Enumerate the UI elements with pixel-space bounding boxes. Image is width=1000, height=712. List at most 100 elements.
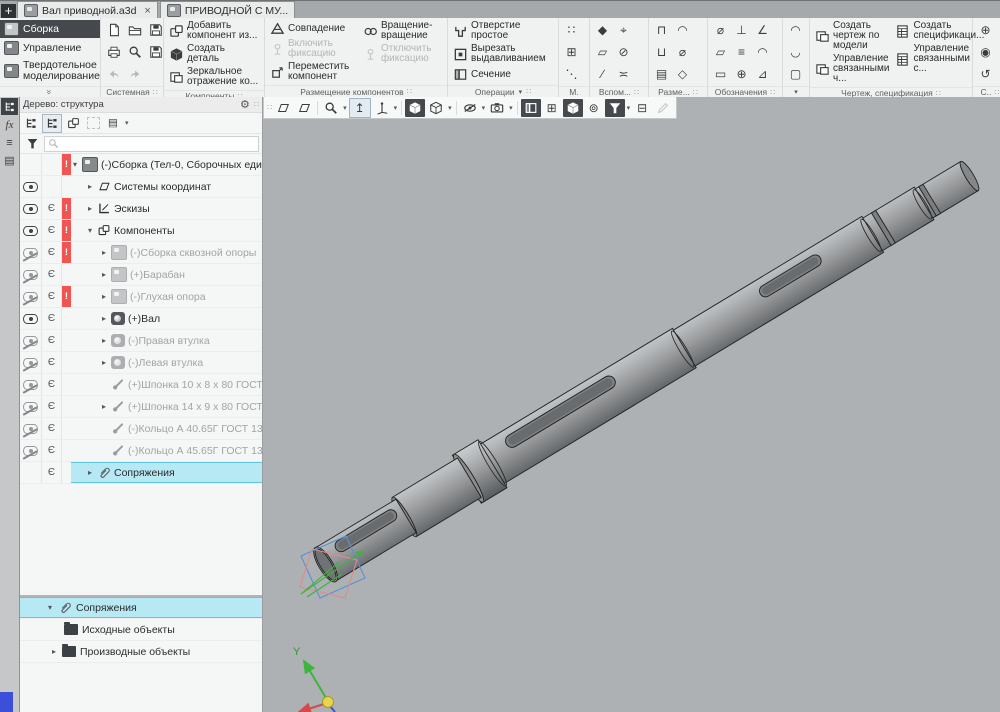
- undo-icon[interactable]: [104, 64, 123, 84]
- tree-row-part-right-bushing[interactable]: Є ▸ (-)Правая втулка: [20, 330, 262, 352]
- spec-mark[interactable]: Є: [42, 440, 62, 461]
- image-capture-icon[interactable]: [487, 99, 507, 117]
- array-curve-icon[interactable]: ⊞: [562, 42, 581, 62]
- aux-cs-icon[interactable]: ⌖: [614, 20, 633, 40]
- zoom-fit-icon[interactable]: ↥: [349, 98, 371, 118]
- section-grip[interactable]: ∷: [634, 88, 639, 97]
- spec-mark[interactable]: Є: [42, 374, 62, 395]
- eye-off-icon[interactable]: [23, 358, 38, 368]
- create-drawing-button[interactable]: Создать чертеж по модели: [813, 20, 891, 52]
- array-mirror-icon[interactable]: ⋱: [562, 64, 581, 84]
- filter-objects-icon[interactable]: [605, 99, 625, 117]
- collab-add-icon[interactable]: ⊕: [976, 20, 995, 40]
- create-spec-button[interactable]: Создать спецификаци...: [893, 20, 971, 42]
- eye-icon[interactable]: [23, 182, 38, 192]
- collab-sync-icon[interactable]: ↺: [976, 64, 995, 84]
- aux-plane2-icon[interactable]: ⊘: [614, 42, 633, 62]
- tree-row-key-10x8x80[interactable]: Є (+)Шпонка 10 x 8 x 80 ГОСТ 23360-: [20, 374, 262, 396]
- add-component-button[interactable]: Добавить компонент из...: [167, 20, 261, 42]
- eye-off-icon[interactable]: [23, 292, 38, 302]
- expand-icon[interactable]: ▸: [50, 647, 58, 656]
- rotation-rotation-button[interactable]: Вращение-вращение: [361, 20, 444, 42]
- tree-row-components[interactable]: Є ! ▾ Компоненты: [20, 220, 262, 242]
- print-icon[interactable]: [104, 42, 123, 62]
- dim-table-icon[interactable]: ▤: [652, 64, 671, 84]
- tree-display-options-icon[interactable]: ▤: [104, 115, 122, 132]
- spec-panel-button[interactable]: ▤: [1, 152, 18, 169]
- manage-specs-button[interactable]: Управление связанными с...: [893, 43, 971, 75]
- array-icon[interactable]: ∷: [562, 20, 581, 40]
- note-frame-icon[interactable]: ▭: [711, 64, 730, 84]
- tree-select-box-icon[interactable]: [84, 115, 102, 132]
- tree-structure-view-icon[interactable]: [22, 115, 40, 132]
- note-base-icon[interactable]: ≡: [732, 42, 751, 62]
- expand-icon[interactable]: ▸: [100, 336, 108, 345]
- note-arc-icon[interactable]: ◠: [753, 42, 772, 62]
- section-grip[interactable]: ∷: [153, 88, 158, 97]
- chevron-down-icon[interactable]: ▾: [125, 119, 129, 127]
- expand-icon[interactable]: ▸: [86, 182, 94, 191]
- tree-row-part-left-bushing[interactable]: Є ▸ (-)Левая втулка: [20, 352, 262, 374]
- mirror-component-button[interactable]: Зеркальное отражение ко...: [167, 66, 261, 88]
- expand-icon[interactable]: ▾: [71, 160, 79, 169]
- tree-row-subassembly-drum[interactable]: Є ▸ (+)Барабан: [20, 264, 262, 286]
- chevron-down-icon[interactable]: ▾: [519, 88, 523, 96]
- cs-plane-icon[interactable]: [273, 99, 293, 117]
- chevron-down-icon[interactable]: ▾: [482, 104, 486, 112]
- aux-plane-icon[interactable]: ▱: [593, 42, 612, 62]
- expand-icon[interactable]: ▸: [100, 358, 108, 367]
- save-icon[interactable]: [146, 20, 165, 40]
- note-target-icon[interactable]: ⊕: [732, 64, 751, 84]
- section-grip[interactable]: ∷: [693, 88, 698, 97]
- section-button[interactable]: Сечение: [451, 66, 555, 83]
- expand-icon[interactable]: ▸: [86, 204, 94, 213]
- quick-display-icon[interactable]: ⊚: [584, 99, 604, 117]
- extra-sheet-icon[interactable]: ▢: [786, 64, 805, 84]
- tree-row-sketches[interactable]: Є ! ▸ Эскизы: [20, 198, 262, 220]
- variables-panel-button[interactable]: fx: [1, 116, 18, 133]
- dim-angular-icon[interactable]: ◠: [673, 20, 692, 40]
- chevron-down-icon[interactable]: ▾: [394, 104, 398, 112]
- tree-row-assembly-root[interactable]: ! ▾ (-)Сборка (Тел-0, Сборочных единиц: [20, 154, 262, 176]
- eye-icon[interactable]: [23, 226, 38, 236]
- spec-mark[interactable]: Є: [42, 198, 62, 219]
- note-slope-icon[interactable]: ⊿: [753, 64, 772, 84]
- redo-icon[interactable]: [125, 64, 144, 84]
- simple-hole-button[interactable]: Отверстие простое: [451, 20, 555, 42]
- display-mode-icon[interactable]: [426, 99, 446, 117]
- chevron-down-icon[interactable]: ▾: [627, 104, 631, 112]
- spec-mark[interactable]: Є: [42, 418, 62, 439]
- spec-mark[interactable]: Є: [42, 220, 62, 241]
- grid-icon[interactable]: ⊞: [542, 99, 562, 117]
- messages-panel-button[interactable]: ≡: [1, 134, 18, 151]
- eye-icon[interactable]: [23, 314, 38, 324]
- note-diameter-icon[interactable]: ⌀: [711, 20, 730, 40]
- dock-row-mates[interactable]: ▾ Сопряжения: [20, 597, 262, 619]
- toolbar-grip[interactable]: ∷: [267, 103, 272, 112]
- spec-mark[interactable]: Є: [42, 330, 62, 351]
- spec-mark[interactable]: Є: [42, 396, 62, 417]
- tab-background-document[interactable]: ПРИВОДНОЙ С МУ...: [160, 1, 295, 19]
- expand-icon[interactable]: ▸: [100, 248, 108, 257]
- mode-solid-button[interactable]: Твердотельное моделирование: [0, 58, 100, 84]
- extra-curve2-icon[interactable]: ◡: [786, 42, 805, 62]
- eye-icon[interactable]: [23, 204, 38, 214]
- mode-management-button[interactable]: Управление: [0, 39, 100, 57]
- expand-icon[interactable]: ▸: [100, 270, 108, 279]
- hide-objects-icon[interactable]: [460, 99, 480, 117]
- eye-off-icon[interactable]: [23, 380, 38, 390]
- spec-mark[interactable]: Є: [42, 264, 62, 285]
- collapse-icon[interactable]: »: [45, 89, 55, 94]
- section-grip[interactable]: ∷: [770, 88, 775, 97]
- expand-icon[interactable]: ▸: [100, 402, 108, 411]
- expand-icon[interactable]: ▸: [100, 292, 108, 301]
- tree-row-ring-45[interactable]: Є (-)Кольцо А 45.65Г ГОСТ 13940-86: [20, 440, 262, 462]
- enable-fixation-button[interactable]: Включить фиксацию: [268, 38, 359, 60]
- tree-panel-button[interactable]: [1, 98, 18, 115]
- close-tab-icon[interactable]: ×: [144, 5, 150, 17]
- extra-curve1-icon[interactable]: ◠: [786, 20, 805, 40]
- info-display-icon[interactable]: ⊟: [632, 99, 652, 117]
- eye-off-icon[interactable]: [23, 446, 38, 456]
- eye-off-icon[interactable]: [23, 402, 38, 412]
- create-part-button[interactable]: Создать деталь: [167, 43, 261, 65]
